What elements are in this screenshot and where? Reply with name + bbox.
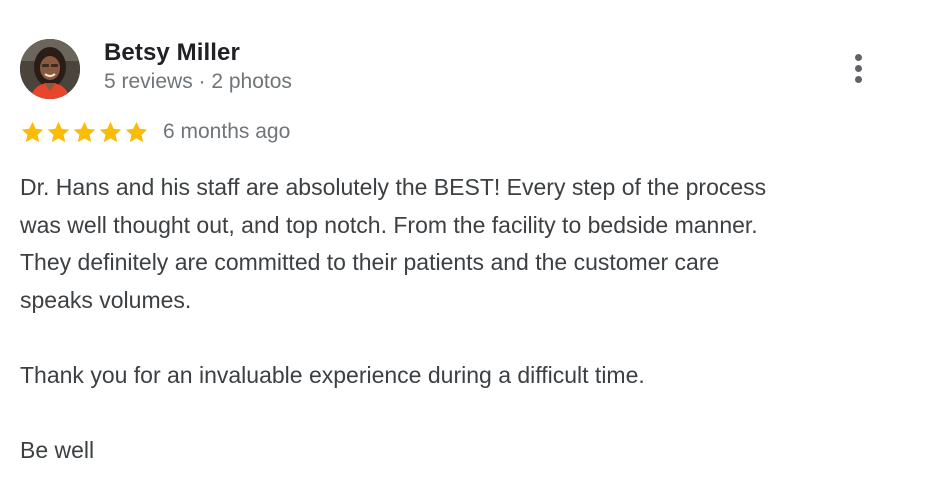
- review-time: 6 months ago: [163, 120, 291, 143]
- review-text-line: speaks volumes.: [20, 286, 192, 313]
- star-icon: [46, 120, 71, 146]
- more-vert-icon: [854, 53, 862, 61]
- star-icon: [72, 120, 97, 146]
- review-card: Betsy Miller 5 reviews · 2 photos 6 mont…: [0, 0, 925, 485]
- more-vert-icon: [854, 75, 862, 83]
- review-text: Dr. Hans and his staff are absolutely th…: [20, 169, 900, 469]
- more-options-button[interactable]: [840, 50, 876, 86]
- review-text-line: They definitely are committed to their p…: [20, 249, 720, 275]
- reviewer-meta[interactable]: 5 reviews · 2 photos: [104, 70, 292, 94]
- star-icon: [20, 120, 45, 146]
- star-icon: [98, 120, 123, 146]
- reviewer-name[interactable]: Betsy Miller: [104, 39, 240, 67]
- review-text-line: Be well: [20, 436, 95, 463]
- more-vert-icon: [854, 64, 862, 72]
- review-text-line: was well thought out, and top notch. Fro…: [20, 211, 758, 238]
- star-rating: [20, 120, 149, 146]
- avatar[interactable]: [20, 39, 80, 99]
- review-text-line: Thank you for an invaluable experience d…: [20, 361, 645, 388]
- star-icon: [124, 120, 149, 146]
- review-text-line: Dr. Hans and his staff are absolutely th…: [20, 174, 767, 200]
